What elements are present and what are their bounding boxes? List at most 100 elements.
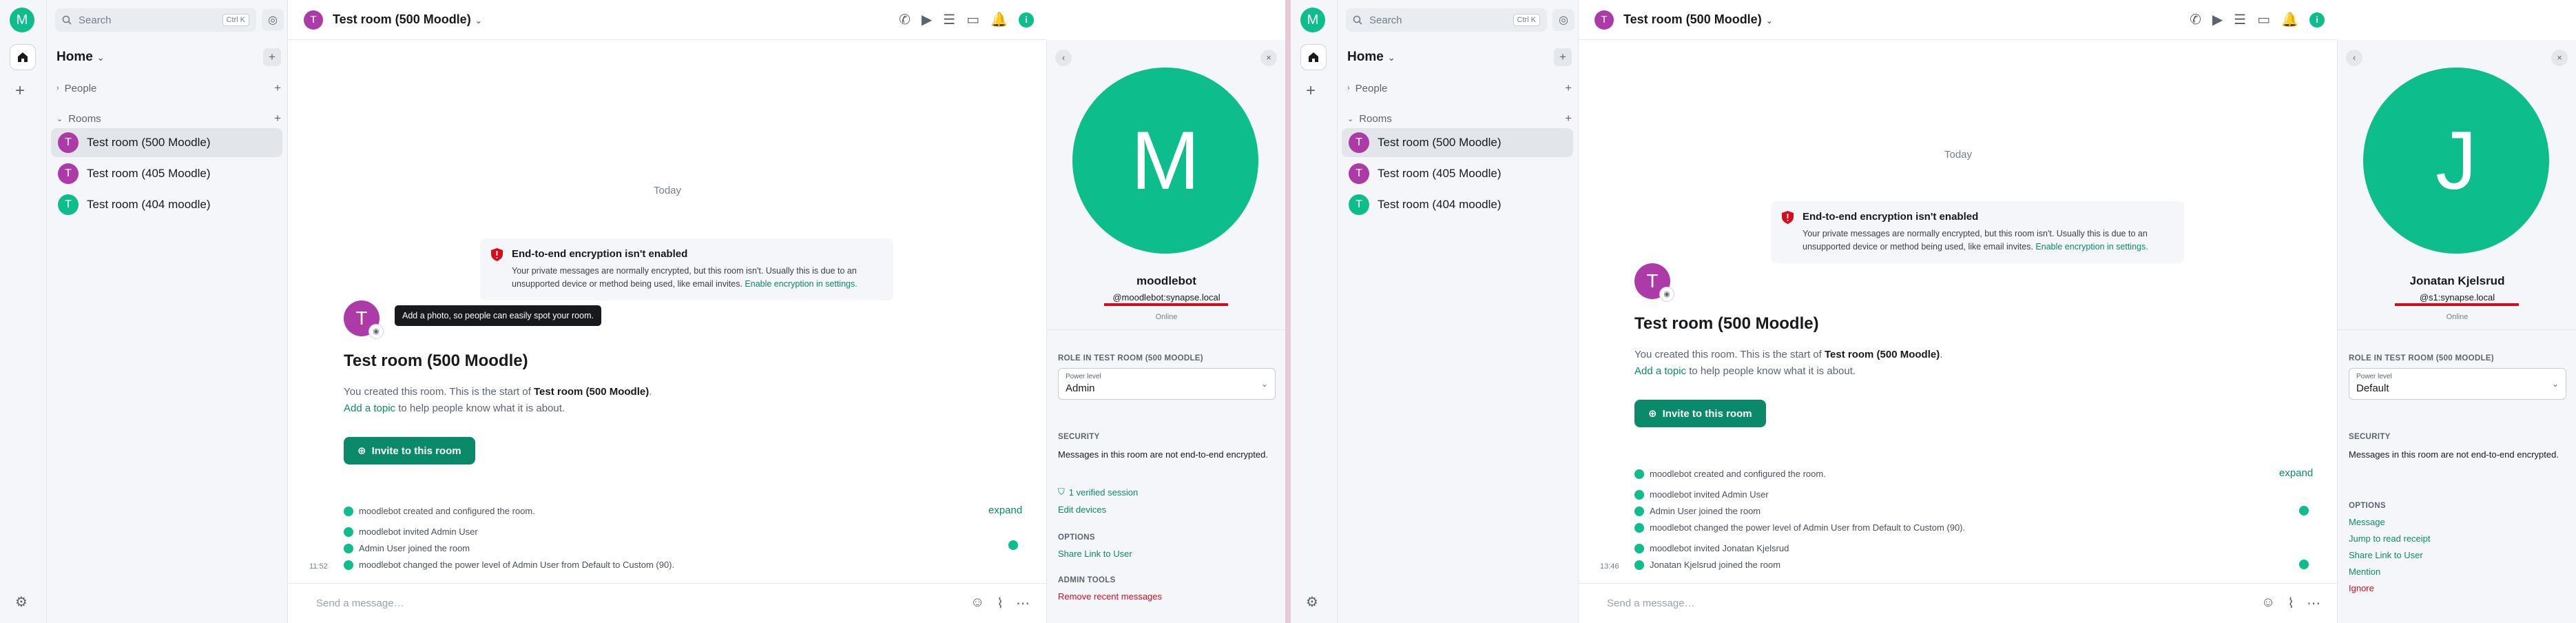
explore-rooms-compass-icon[interactable]: ◎ <box>1552 9 1575 31</box>
home-space-button[interactable] <box>1300 44 1327 70</box>
invite-button[interactable]: ⊕ Invite to this room <box>1634 400 1766 427</box>
power-level-select[interactable]: Power level Admin ⌄ <box>1058 368 1276 400</box>
notifications-bell-icon[interactable]: 🔔 <box>2281 11 2298 28</box>
people-section[interactable]: › People + <box>1347 81 1572 95</box>
emoji-icon[interactable]: ☺ <box>970 595 984 612</box>
invite-button[interactable]: ⊕ Invite to this room <box>344 437 475 464</box>
divider <box>1047 329 1285 330</box>
room-header-avatar[interactable]: T <box>1595 10 1614 30</box>
home-title[interactable]: Home ⌄ <box>56 50 105 65</box>
room-view: T Test room (500 Moodle) ⌄ ✆ ▶ ☰ ▭ 🔔 i To… <box>1579 0 2337 623</box>
rooms-section[interactable]: ⌄ Rooms + <box>1347 112 1572 125</box>
threads-icon[interactable]: ☰ <box>943 11 955 28</box>
video-call-icon[interactable]: ▶ <box>922 11 932 28</box>
security-heading: SECURITY <box>2349 433 2391 441</box>
user-avatar-large[interactable]: J <box>2363 68 2549 254</box>
room-list-item[interactable]: T Test room (500 Moodle) <box>1342 128 1573 157</box>
add-room-icon[interactable]: + <box>274 112 281 125</box>
rooms-section[interactable]: ⌄ Rooms + <box>56 112 281 125</box>
user-avatar-large[interactable]: M <box>1072 68 1258 254</box>
message-user-link[interactable]: Message <box>2349 517 2385 527</box>
event-timestamp: 13:46 <box>1600 562 1619 571</box>
home-title[interactable]: Home ⌄ <box>1347 50 1395 65</box>
mention-link[interactable]: Mention <box>2349 566 2380 577</box>
back-icon[interactable]: ‹ <box>2346 50 2362 66</box>
enable-encryption-link[interactable]: Enable encryption in settings. <box>745 279 857 289</box>
quick-settings-gear-icon[interactable]: ⚙ <box>15 593 28 611</box>
create-space-icon[interactable]: + <box>1306 81 1316 101</box>
attachment-icon[interactable]: ⌇ <box>997 595 1004 612</box>
message-input[interactable]: Send a message… <box>316 598 970 609</box>
room-info-icon[interactable]: i <box>2309 12 2325 28</box>
close-icon[interactable]: × <box>1260 50 1277 66</box>
read-receipt-avatar[interactable] <box>1008 540 1018 550</box>
more-options-icon[interactable]: ⋯ <box>1016 595 1030 612</box>
voice-call-icon[interactable]: ✆ <box>899 11 911 28</box>
voice-call-icon[interactable]: ✆ <box>2190 11 2201 28</box>
room-avatar-large[interactable]: T ◉ <box>1634 263 1674 302</box>
share-link-user[interactable]: Share Link to User <box>1058 549 1132 559</box>
add-room-icon[interactable]: + <box>1565 112 1572 125</box>
chevron-right-icon: › <box>56 84 59 92</box>
explore-rooms-compass-icon[interactable]: ◎ <box>262 9 284 31</box>
attachment-icon[interactable]: ⌇ <box>2287 595 2294 612</box>
expand-link[interactable]: expand <box>988 504 1022 516</box>
read-receipt-avatar[interactable] <box>2299 506 2309 515</box>
event-avatar <box>344 560 353 570</box>
edit-devices-link[interactable]: Edit devices <box>1058 504 1106 515</box>
date-separator: Today <box>1944 149 1973 161</box>
add-button[interactable]: + <box>263 48 281 66</box>
notifications-bell-icon[interactable]: 🔔 <box>990 11 1008 28</box>
room-name: Test room (405 Moodle) <box>87 167 211 180</box>
chat-icon[interactable]: ▭ <box>2257 11 2270 28</box>
user-menu-avatar[interactable]: M <box>1300 8 1325 32</box>
room-avatar-large[interactable]: T ◉ <box>344 300 384 339</box>
people-section[interactable]: › People + <box>56 81 281 95</box>
power-level-select[interactable]: Power level Default ⌄ <box>2349 368 2566 400</box>
quick-settings-gear-icon[interactable]: ⚙ <box>1306 593 1318 611</box>
read-receipt-avatar[interactable] <box>2299 560 2309 569</box>
search-button[interactable]: Search Ctrl K <box>1346 8 1547 32</box>
remove-recent-messages[interactable]: Remove recent messages <box>1058 591 1162 602</box>
ignore-user-link[interactable]: Ignore <box>2349 583 2374 593</box>
room-header: T Test room (500 Moodle) ⌄ ✆ ▶ ☰ ▭ 🔔 i <box>1579 0 2337 40</box>
room-header-title[interactable]: Test room (500 Moodle) ⌄ <box>333 12 482 27</box>
room-avatar: T <box>58 163 79 184</box>
camera-icon[interactable]: ◉ <box>1659 287 1674 302</box>
add-topic-link[interactable]: Add a topic <box>1634 365 1686 377</box>
room-list-item[interactable]: T Test room (404 moodle) <box>1342 190 1573 219</box>
home-space-button[interactable] <box>10 44 36 70</box>
jump-read-receipt-link[interactable]: Jump to read receipt <box>2349 533 2431 544</box>
threads-icon[interactable]: ☰ <box>2234 11 2246 28</box>
message-input[interactable]: Send a message… <box>1607 598 2261 609</box>
add-people-icon[interactable]: + <box>1565 81 1572 95</box>
room-list-item[interactable]: T Test room (405 Moodle) <box>51 159 282 188</box>
room-name: Test room (405 Moodle) <box>1378 167 1502 180</box>
close-icon[interactable]: × <box>2551 50 2568 66</box>
room-list-item[interactable]: T Test room (404 moodle) <box>51 190 282 219</box>
room-list-item[interactable]: T Test room (500 Moodle) <box>51 128 282 157</box>
event-avatar <box>1634 543 1644 553</box>
share-link-user[interactable]: Share Link to User <box>2349 550 2423 560</box>
expand-link[interactable]: expand <box>2279 467 2313 479</box>
room-list-item[interactable]: T Test room (405 Moodle) <box>1342 159 1573 188</box>
add-people-icon[interactable]: + <box>274 81 281 95</box>
enable-encryption-link[interactable]: Enable encryption in settings. <box>2035 242 2148 252</box>
room-header-title[interactable]: Test room (500 Moodle) ⌄ <box>1623 12 1773 27</box>
room-header: T Test room (500 Moodle) ⌄ ✆ ▶ ☰ ▭ 🔔 i <box>289 0 1046 40</box>
more-options-icon[interactable]: ⋯ <box>2307 595 2320 612</box>
room-info-icon[interactable]: i <box>1019 12 1034 28</box>
add-button[interactable]: + <box>1554 48 1572 66</box>
chat-icon[interactable]: ▭ <box>966 11 979 28</box>
room-intro-topic: Add a topic to help people know what it … <box>1634 365 1856 377</box>
video-call-icon[interactable]: ▶ <box>2212 11 2223 28</box>
add-topic-link[interactable]: Add a topic <box>344 402 395 414</box>
back-icon[interactable]: ‹ <box>1055 50 1072 66</box>
create-space-icon[interactable]: + <box>15 81 25 101</box>
emoji-icon[interactable]: ☺ <box>2261 595 2275 612</box>
camera-icon[interactable]: ◉ <box>368 324 384 339</box>
verified-sessions[interactable]: ⛉ 1 verified session <box>1058 487 1138 498</box>
room-header-avatar[interactable]: T <box>304 10 323 30</box>
user-menu-avatar[interactable]: M <box>10 8 34 32</box>
search-button[interactable]: Search Ctrl K <box>55 8 256 32</box>
